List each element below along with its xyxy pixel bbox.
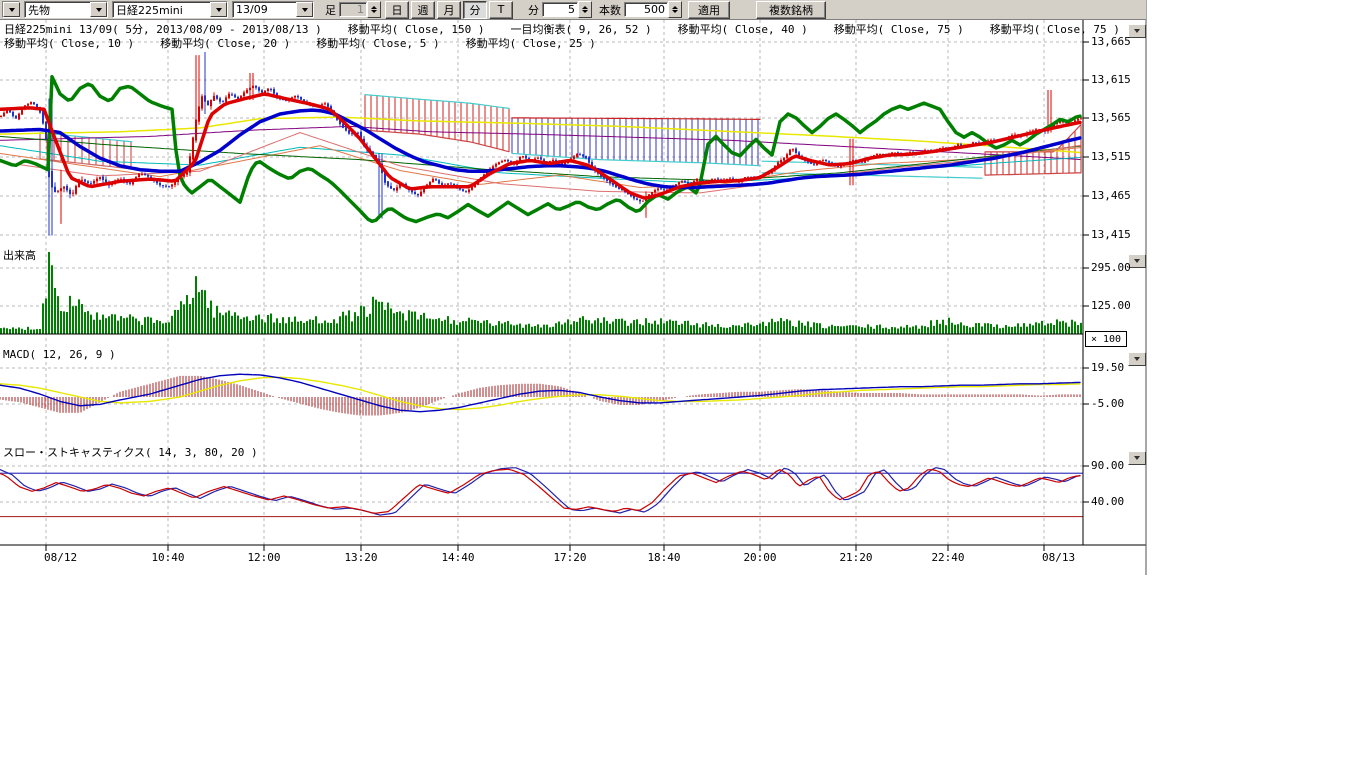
contract-month-dropdown[interactable]: 13/09 bbox=[232, 1, 314, 18]
indicator-legend-item: 日経225mini 13/09( 5分, 2013/08/09 - 2013/0… bbox=[4, 24, 322, 36]
chevron-down-icon[interactable] bbox=[296, 2, 313, 17]
chevron-down-icon bbox=[1134, 259, 1140, 263]
stoch-panel-label: スロー・ストキャスティクス( 14, 3, 80, 20 ) bbox=[3, 447, 258, 459]
indicator-legend-item: 移動平均( Close, 40 ) bbox=[678, 24, 808, 36]
indicator-legend-item: 移動平均( Close, 75 ) bbox=[834, 24, 964, 36]
time-axis-tick-label: 22:40 bbox=[931, 552, 965, 564]
market-type-dropdown[interactable]: 先物 bbox=[24, 1, 108, 18]
indicator-legend-item: 一目均衡表( 9, 26, 52 ) bbox=[511, 24, 652, 36]
chevron-down-icon[interactable] bbox=[210, 2, 227, 17]
period-minute-button[interactable]: 分 bbox=[463, 1, 487, 19]
time-axis-tick-label: 12:00 bbox=[247, 552, 281, 564]
market-type-value: 先物 bbox=[25, 2, 90, 18]
macd-axis-tick-label: -5.00 bbox=[1091, 398, 1124, 410]
indicator-legend-item: 移動平均( Close, 20 ) bbox=[160, 38, 290, 50]
time-axis-tick-label: 17:20 bbox=[553, 552, 587, 564]
chart-application: 先物 日経225mini 13/09 足 1 日 週 月 分 T 分 bbox=[0, 0, 1366, 768]
chevron-down-icon bbox=[1134, 29, 1140, 33]
bar-interval-label: 足 bbox=[322, 2, 339, 18]
bar-count-value: 500 bbox=[624, 2, 668, 17]
chevron-down-icon bbox=[1134, 456, 1140, 460]
indicator-legend-row-2: 移動平均( Close, 10 ) 移動平均( Close, 20 ) 移動平均( … bbox=[4, 38, 596, 50]
apply-button[interactable]: 適用 bbox=[688, 1, 730, 19]
volume-multiplier-box: × 100 bbox=[1085, 331, 1127, 347]
period-tick-button[interactable]: T bbox=[489, 1, 513, 19]
macd-axis-tick-label: 19.50 bbox=[1091, 362, 1124, 374]
indicator-legend-item: 移動平均( Close, 25 ) bbox=[466, 38, 596, 50]
period-week-button[interactable]: 週 bbox=[411, 1, 435, 19]
price-axis-tick-label: 13,565 bbox=[1091, 112, 1131, 124]
time-axis-date-label: 08/13 bbox=[1042, 552, 1075, 564]
multi-symbol-button[interactable]: 複数銘柄 bbox=[756, 1, 826, 19]
indicator-legend-row-1: 日経225mini 13/09( 5分, 2013/08/09 - 2013/0… bbox=[4, 24, 1120, 36]
minute-stepper[interactable]: 5 bbox=[542, 2, 592, 17]
time-axis-tick-label: 21:20 bbox=[839, 552, 873, 564]
volume-axis-tick-label: 125.00 bbox=[1091, 300, 1131, 312]
stoch-axis-tick-label: 90.00 bbox=[1091, 460, 1124, 472]
time-axis-tick-label: 14:40 bbox=[441, 552, 475, 564]
minute-value: 5 bbox=[542, 2, 578, 17]
chart-canvas bbox=[0, 0, 1366, 768]
period-month-button[interactable]: 月 bbox=[437, 1, 461, 19]
price-axis-tick-label: 13,415 bbox=[1091, 229, 1131, 241]
volume-axis-tick-label: 295.00 bbox=[1091, 262, 1131, 274]
indicator-legend-item: 移動平均( Close, 10 ) bbox=[4, 38, 134, 50]
bar-interval-stepper[interactable]: 1 bbox=[339, 2, 381, 17]
spinner-icon[interactable] bbox=[578, 1, 592, 18]
price-axis-tick-label: 13,465 bbox=[1091, 190, 1131, 202]
macd-panel-label: MACD( 12, 26, 9 ) bbox=[3, 349, 116, 361]
chevron-down-icon[interactable] bbox=[90, 2, 107, 17]
time-axis-date-label: 08/12 bbox=[44, 552, 77, 564]
price-axis-tick-label: 13,665 bbox=[1091, 36, 1131, 48]
symbol-dropdown[interactable]: 日経225mini bbox=[112, 1, 228, 18]
minute-label: 分 bbox=[525, 2, 542, 18]
bar-count-label: 本数 bbox=[596, 2, 624, 18]
stoch-scale-dropdown-button[interactable] bbox=[1128, 451, 1146, 465]
time-axis-tick-label: 13:20 bbox=[344, 552, 378, 564]
price-axis-tick-label: 13,615 bbox=[1091, 74, 1131, 86]
spinner-icon[interactable] bbox=[668, 1, 682, 18]
bar-count-stepper[interactable]: 500 bbox=[624, 2, 682, 17]
time-axis-tick-label: 18:40 bbox=[647, 552, 681, 564]
spinner-icon[interactable] bbox=[367, 1, 381, 18]
stoch-axis-tick-label: 40.00 bbox=[1091, 496, 1124, 508]
volume-panel-label: 出来高 bbox=[3, 250, 36, 262]
time-axis-tick-label: 20:00 bbox=[743, 552, 777, 564]
chevron-down-icon bbox=[1134, 357, 1140, 361]
chart-style-dropdown[interactable] bbox=[2, 1, 20, 18]
indicator-legend-item: 移動平均( Close, 150 ) bbox=[348, 24, 485, 36]
indicator-legend-item: 移動平均( Close, 5 ) bbox=[316, 38, 439, 50]
period-day-button[interactable]: 日 bbox=[385, 1, 409, 19]
time-axis-tick-label: 10:40 bbox=[151, 552, 185, 564]
chevron-down-icon[interactable] bbox=[3, 2, 20, 17]
contract-month-value: 13/09 bbox=[233, 3, 296, 16]
macd-scale-dropdown-button[interactable] bbox=[1128, 352, 1146, 366]
price-axis-tick-label: 13,515 bbox=[1091, 151, 1131, 163]
bar-interval-value: 1 bbox=[339, 2, 367, 17]
toolbar: 先物 日経225mini 13/09 足 1 日 週 月 分 T 分 bbox=[0, 0, 1146, 20]
symbol-value: 日経225mini bbox=[113, 2, 210, 18]
